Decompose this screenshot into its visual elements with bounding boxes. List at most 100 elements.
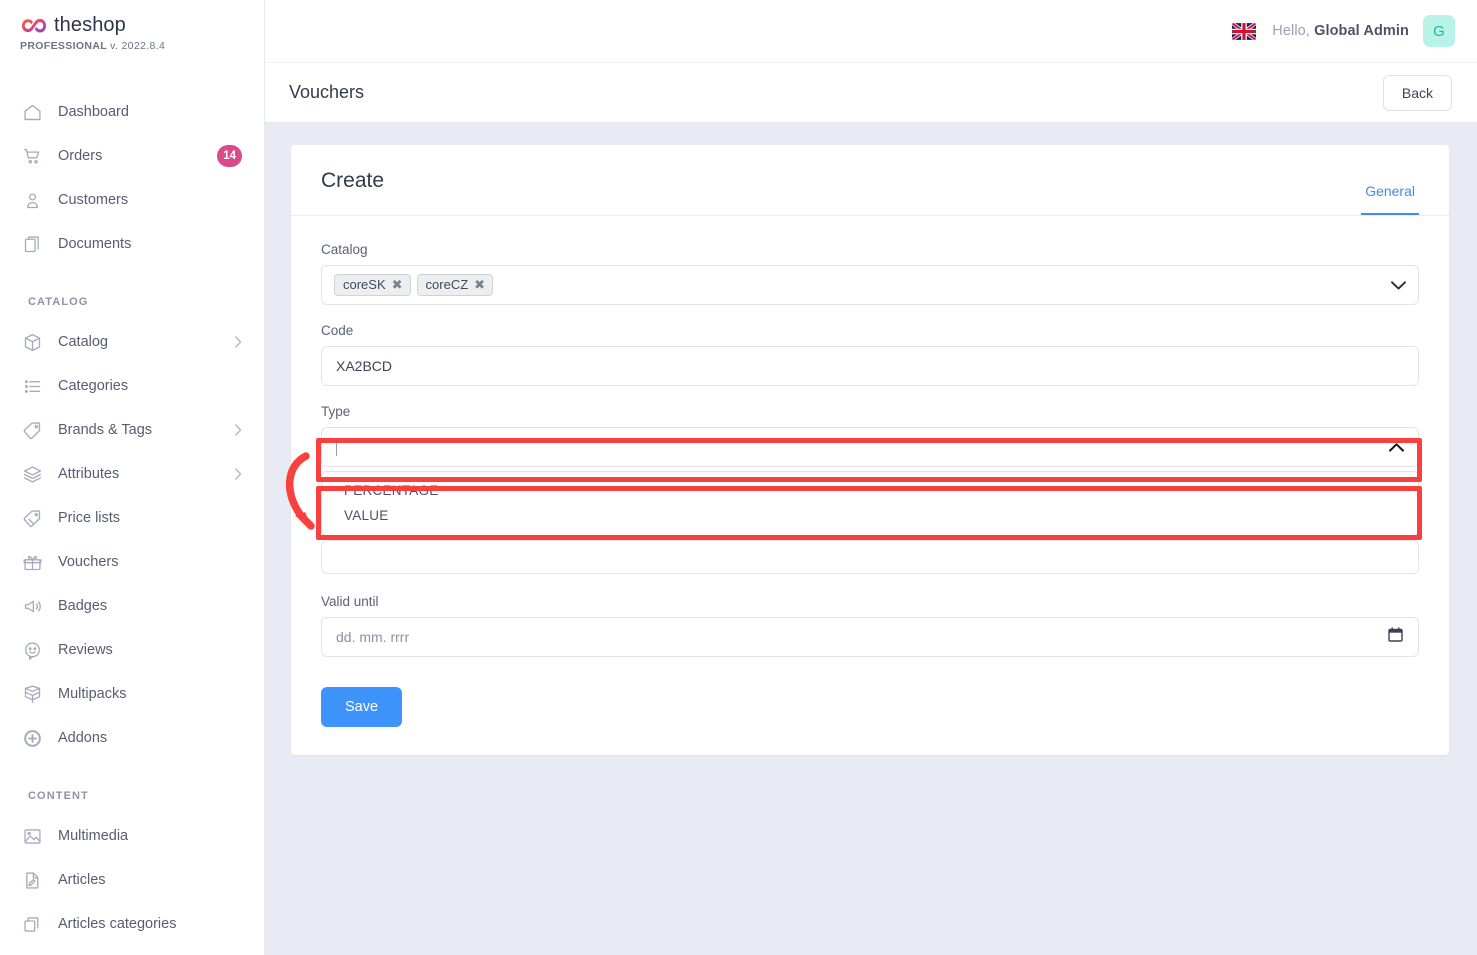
type-option-value[interactable]: VALUE: [322, 503, 1418, 528]
chevron-up-icon[interactable]: [1389, 442, 1404, 452]
sidebar-item-label: Multipacks: [58, 686, 127, 702]
uk-flag-icon[interactable]: [1232, 22, 1257, 40]
theshop-logo-icon: [20, 15, 47, 37]
sidebar-item-articles[interactable]: Articles: [0, 858, 264, 902]
sidebar-section-catalog: CATALOG: [28, 296, 89, 308]
open-box-icon: [22, 682, 48, 706]
sidebar-item-brands-tags[interactable]: Brands & Tags: [0, 408, 264, 452]
plus-circle-icon: [22, 726, 48, 750]
sidebar-item-label: Categories: [58, 378, 129, 394]
catalog-chip[interactable]: coreCZ ✖: [416, 274, 494, 296]
sidebar-item-label: Catalog: [58, 334, 108, 350]
sidebar-item-label: Orders: [58, 148, 103, 164]
sidebar-item-dashboard[interactable]: Dashboard: [0, 90, 264, 134]
main-area: Hello, Global Admin G Vouchers Back Crea…: [265, 0, 1477, 955]
code-field: Code: [321, 323, 1419, 386]
chevron-down-icon[interactable]: [1391, 280, 1406, 290]
catalog-chip-label: coreSK: [343, 277, 386, 292]
sidebar-item-documents[interactable]: Documents: [0, 222, 264, 266]
type-option-percentage[interactable]: PERCENTAGE: [322, 478, 1418, 503]
megaphone-icon: [22, 594, 48, 618]
valid-until-field: Valid until: [321, 594, 1419, 657]
card-title: Create: [321, 169, 385, 192]
sidebar-item-label: Attributes: [58, 466, 120, 482]
documents-icon: [22, 232, 48, 256]
code-label: Code: [321, 323, 354, 338]
save-button[interactable]: Save: [321, 687, 403, 727]
sidebar-item-addons[interactable]: Addons: [0, 716, 264, 760]
catalog-chip-label: coreCZ: [425, 277, 469, 292]
type-label: Type: [321, 404, 351, 419]
brand-name: theshop: [54, 14, 126, 36]
home-icon: [22, 100, 48, 124]
user-name: Global Admin: [1314, 23, 1409, 39]
sidebar-item-badges[interactable]: Badges: [0, 584, 264, 628]
type-options-menu[interactable]: PERCENTAGE VALUE: [321, 471, 1419, 536]
greeting-prefix: Hello,: [1272, 23, 1310, 39]
card-header: Create General: [291, 145, 1449, 216]
back-button[interactable]: Back: [1382, 74, 1452, 111]
sidebar-item-articles-categories[interactable]: Articles categories: [0, 902, 264, 946]
page-title: Vouchers: [289, 82, 365, 102]
user-icon: [22, 188, 48, 212]
chevron-right-icon[interactable]: [235, 468, 242, 480]
sidebar-item-label: Brands & Tags: [58, 422, 153, 438]
sidebar-item-label: Dashboard: [58, 104, 129, 120]
image-icon: [22, 824, 48, 848]
valid-until-input[interactable]: [321, 617, 1419, 657]
sidebar-item-label: Documents: [58, 236, 132, 252]
type-secondary-input[interactable]: [321, 540, 1419, 574]
layers-icon: [22, 462, 48, 486]
sidebar-item-multipacks[interactable]: Multipacks: [0, 672, 264, 716]
smiley-chat-icon: [22, 638, 48, 662]
sidebar-item-label: Reviews: [58, 642, 113, 658]
chevron-right-icon[interactable]: [235, 424, 242, 436]
sidebar-item-reviews[interactable]: Reviews: [0, 628, 264, 672]
type-select[interactable]: [321, 427, 1419, 467]
sidebar-item-multimedia[interactable]: Multimedia: [0, 814, 264, 858]
gift-icon: [22, 550, 48, 574]
sidebar-item-vouchers[interactable]: Vouchers: [0, 540, 264, 584]
brand-block: theshop PROFESSIONAL v. 2022.8.4: [0, 0, 264, 52]
sidebar-item-label: Vouchers: [58, 554, 119, 570]
app-root: theshop PROFESSIONAL v. 2022.8.4 Dashboa…: [0, 0, 1477, 955]
chevron-right-icon[interactable]: [235, 336, 242, 348]
content-area: Create General Catalog coreSK ✖ coreCZ ✖…: [265, 123, 1477, 955]
card-tabs: General: [1361, 183, 1419, 215]
brand-version: v. 2022.8.4: [110, 40, 166, 52]
sidebar-item-categories[interactable]: Categories: [0, 364, 264, 408]
voucher-form: Catalog coreSK ✖ coreCZ ✖ Code XA2BCD Ty…: [291, 216, 1449, 727]
brand-edition-label: PROFESSIONAL: [20, 40, 107, 52]
page-header-bar: Vouchers Back: [265, 62, 1477, 123]
type-field: Type PERCENTAGE VALUE: [321, 404, 1419, 574]
sidebar-item-orders[interactable]: Orders 14: [0, 134, 264, 178]
avatar[interactable]: G: [1423, 15, 1455, 47]
valid-until-label: Valid until: [321, 594, 379, 609]
sidebar-item-label: Price lists: [58, 510, 121, 526]
list-icon: [22, 374, 48, 398]
sidebar-item-label: Addons: [58, 730, 108, 746]
code-input[interactable]: [321, 346, 1419, 386]
close-icon[interactable]: ✖: [392, 278, 403, 291]
box-icon: [22, 330, 48, 354]
catalog-field: Catalog coreSK ✖ coreCZ ✖: [321, 242, 1419, 305]
sidebar-item-attributes[interactable]: Attributes: [0, 452, 264, 496]
sidebar-item-label: Articles: [58, 872, 106, 888]
greeting: Hello, Global Admin: [1272, 23, 1409, 39]
top-bar: Hello, Global Admin G: [265, 0, 1477, 62]
sidebar-item-price-lists[interactable]: Price lists: [0, 496, 264, 540]
sidebar-item-label: Badges: [58, 598, 108, 614]
sidebar-section-content: CONTENT: [28, 790, 89, 802]
sidebar-item-customers[interactable]: Customers: [0, 178, 264, 222]
catalog-multiselect[interactable]: coreSK ✖ coreCZ ✖: [321, 265, 1419, 305]
cart-icon: [22, 144, 48, 168]
tab-general[interactable]: General: [1361, 183, 1419, 215]
sidebar-item-label: Customers: [58, 192, 129, 208]
catalog-chip[interactable]: coreSK ✖: [334, 274, 411, 296]
tag-icon: [22, 418, 48, 442]
pencil-page-icon: [22, 868, 48, 892]
sidebar-item-label: Multimedia: [58, 828, 129, 844]
sidebar-item-badge: 14: [217, 145, 242, 167]
close-icon[interactable]: ✖: [474, 278, 485, 291]
sidebar-item-catalog[interactable]: Catalog: [0, 320, 264, 364]
